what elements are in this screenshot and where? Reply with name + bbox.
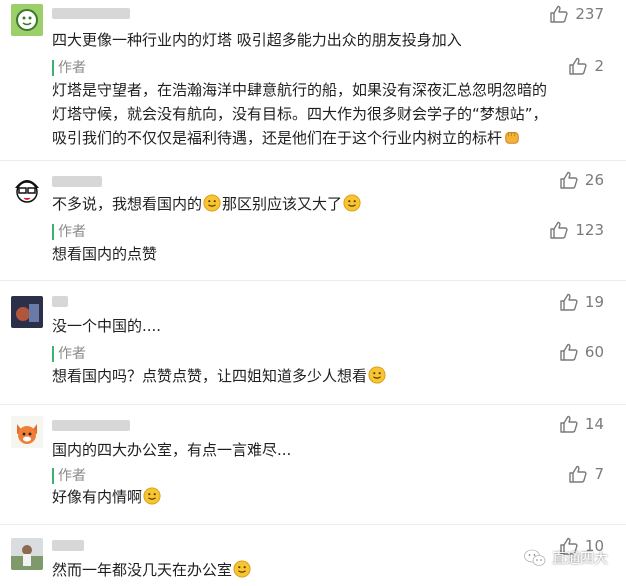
author-label: 作者: [58, 468, 86, 484]
reply-text: 好像有内情啊: [52, 485, 162, 509]
comment-text: 不多说，我想看国内的 那区别应该又大了: [52, 192, 362, 216]
avatar[interactable]: [11, 4, 43, 36]
reply-text: 想看国内吗？点赞点赞，让四姐知道多少人想看: [52, 364, 387, 388]
nickname-blurred: [52, 420, 130, 431]
like-button[interactable]: 26: [559, 170, 604, 190]
avatar[interactable]: [11, 538, 43, 570]
thumbs-up-icon: [549, 4, 569, 24]
comment-text: 没一个中国的....: [52, 317, 162, 335]
avatar[interactable]: [11, 416, 43, 448]
comment-text-part-1: 不多说，我想看国内的: [52, 195, 203, 213]
reply-like-button[interactable]: 123: [549, 220, 604, 240]
squint-emoji-icon: [203, 194, 221, 212]
comment-text: 国内的四大办公室，有点一言难尽...: [52, 441, 292, 459]
author-reply-bar: [52, 346, 54, 362]
thumbs-up-icon: [549, 220, 569, 240]
reply-text-line-2: 灯塔守候，就会没有航向，没有目标。四大作为很多财会学子的“梦想站”，: [52, 105, 548, 123]
thumbs-up-icon: [568, 464, 588, 484]
thumbs-up-icon: [559, 292, 579, 312]
author-label: 作者: [58, 60, 86, 76]
reply-text-line-3-content: 吸引我们的不仅仅是福利待遇，还是他们在于这个行业内树立的标杆: [52, 129, 503, 147]
like-count: 14: [584, 415, 604, 433]
nickname-blurred: [52, 176, 102, 187]
divider: [0, 524, 626, 525]
reply-like-button[interactable]: 60: [559, 342, 604, 362]
comment-text: 然而一年都没几天在办公室: [52, 558, 252, 582]
thinking-emoji-icon: [368, 366, 386, 384]
laugh-cry-emoji-icon: [343, 194, 361, 212]
reply-text-line-3: 吸引我们的不仅仅是福利待遇，还是他们在于这个行业内树立的标杆: [52, 126, 522, 150]
fist-emoji-icon: [505, 132, 519, 144]
watermark: 直通四大: [524, 548, 608, 568]
avatar[interactable]: [11, 174, 43, 206]
like-count: 237: [575, 5, 604, 23]
reply-text-line-1: 灯塔是守望者，在浩瀚海洋中肆意航行的船，如果没有深夜汇总忽明忽暗的: [52, 81, 548, 99]
reply-like-button[interactable]: 2: [568, 56, 604, 76]
author-reply-bar: [52, 60, 54, 76]
like-button[interactable]: 237: [549, 4, 604, 24]
like-count: 60: [584, 343, 604, 361]
reply-text: 想看国内的点赞: [52, 245, 158, 263]
author-label: 作者: [58, 224, 86, 240]
thumbs-up-icon: [559, 342, 579, 362]
like-count: 123: [575, 221, 604, 239]
comment-text-part-2: 那区别应该又大了: [222, 195, 343, 213]
avatar[interactable]: [11, 296, 43, 328]
like-count: 2: [594, 57, 604, 75]
thumbs-up-icon: [559, 170, 579, 190]
laugh-cry-emoji-icon: [143, 487, 161, 505]
nickname-blurred: [52, 8, 130, 19]
comment-text-content: 然而一年都没几天在办公室: [52, 561, 233, 579]
reply-text-content: 想看国内吗？点赞点赞，让四姐知道多少人想看: [52, 367, 368, 385]
author-label: 作者: [58, 346, 86, 362]
thumbs-up-icon: [559, 414, 579, 434]
thinking-emoji-icon: [233, 560, 251, 578]
divider: [0, 280, 626, 281]
watermark-text: 直通四大: [552, 551, 608, 567]
nickname-blurred: [52, 540, 84, 551]
like-button[interactable]: 14: [559, 414, 604, 434]
wechat-icon: [524, 549, 546, 566]
like-button[interactable]: 19: [559, 292, 604, 312]
nickname-blurred: [52, 296, 68, 307]
thumbs-up-icon: [568, 56, 588, 76]
like-count: 7: [594, 465, 604, 483]
comment-text: 四大更像一种行业内的灯塔 吸引超多能力出众的朋友投身加入: [52, 31, 462, 49]
author-reply-bar: [52, 468, 54, 484]
like-count: 26: [584, 171, 604, 189]
like-count: 19: [584, 293, 604, 311]
reply-like-button[interactable]: 7: [568, 464, 604, 484]
reply-text-content: 好像有内情啊: [52, 488, 143, 506]
divider: [0, 404, 626, 405]
divider: [0, 160, 626, 161]
author-reply-bar: [52, 224, 54, 240]
